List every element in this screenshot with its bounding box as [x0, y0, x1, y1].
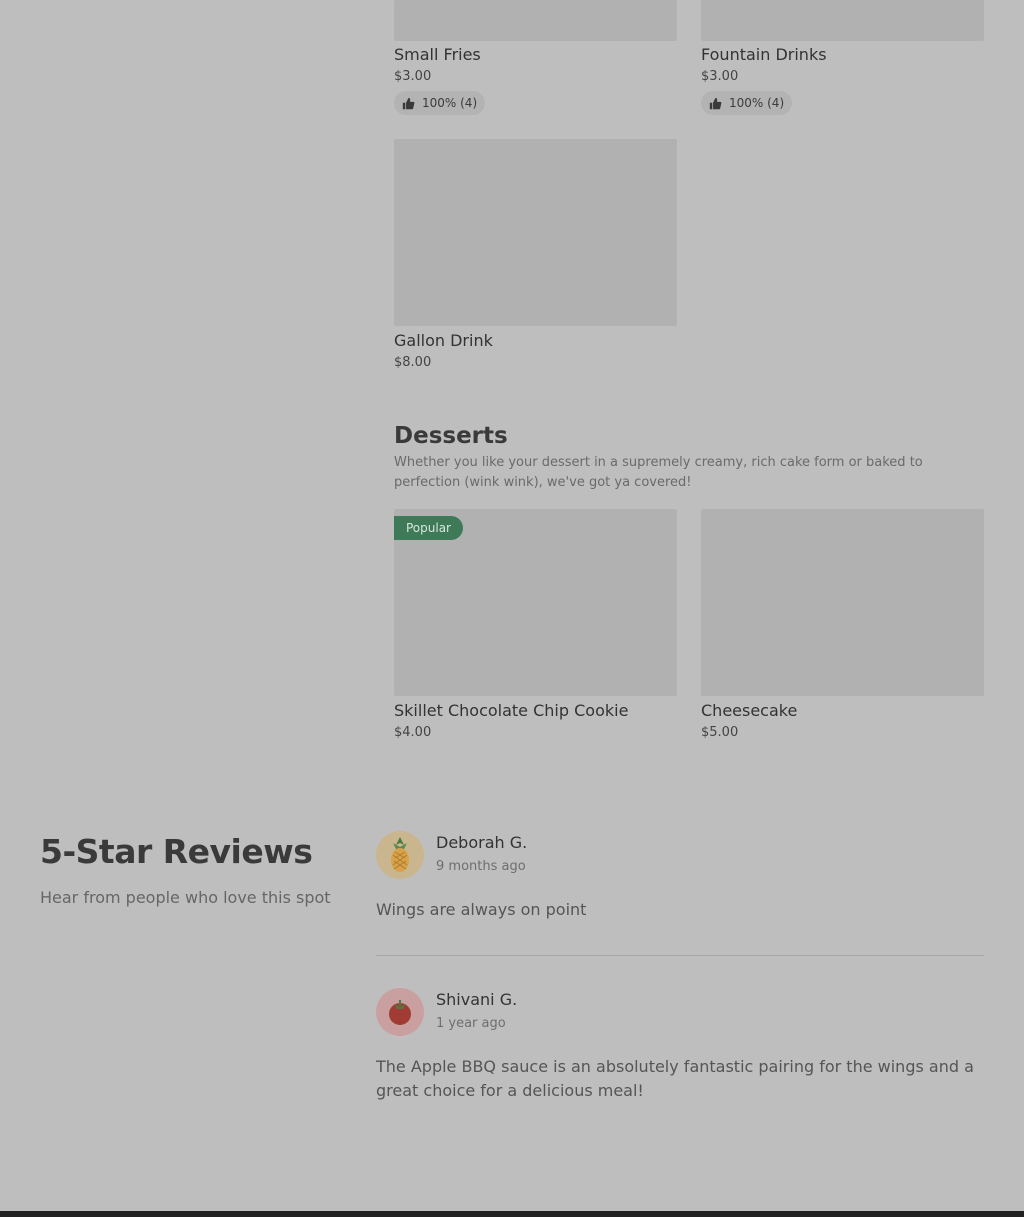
- review-time: 1 year ago: [436, 1016, 506, 1031]
- rating-text: 100% (4): [422, 96, 478, 110]
- thumbs-up-icon: [402, 97, 415, 109]
- reviewer-name: Deborah G.: [436, 833, 528, 852]
- item-name: Cheesecake: [701, 701, 798, 720]
- reviews-subtitle: Hear from people who love this spot: [40, 888, 331, 907]
- reviewer-name: Shivani G.: [436, 990, 518, 1009]
- pineapple-icon: [391, 837, 409, 872]
- item-price: $3.00: [701, 69, 739, 84]
- item-name: Small Fries: [394, 45, 481, 64]
- divider: [376, 955, 984, 956]
- item-image: [701, 509, 984, 696]
- avatar: [376, 831, 424, 879]
- item-name: Fountain Drinks: [701, 45, 827, 64]
- item-price: $5.00: [701, 725, 739, 740]
- item-image: [394, 0, 677, 41]
- footer-bar: [0, 1211, 1024, 1217]
- review-text: The Apple BBQ sauce is an absolutely fan…: [376, 1057, 974, 1100]
- avatar: [376, 988, 424, 1036]
- item-image: [701, 0, 984, 41]
- section-title: Desserts: [394, 423, 508, 449]
- item-image: [394, 139, 677, 326]
- item-price: $8.00: [394, 355, 432, 370]
- section-description: Whether you like your dessert in a supre…: [394, 455, 923, 490]
- thumbs-up-icon: [709, 97, 722, 109]
- item-name: Gallon Drink: [394, 331, 493, 350]
- item-name: Skillet Chocolate Chip Cookie: [394, 701, 629, 720]
- item-price: $4.00: [394, 725, 432, 740]
- rating-badge: 100% (4): [701, 91, 793, 115]
- rating-badge: 100% (4): [394, 91, 486, 115]
- reviews-title: 5-Star Reviews: [40, 832, 313, 871]
- popular-badge: Popular: [394, 516, 463, 540]
- item-price: $3.00: [394, 69, 432, 84]
- review-text: Wings are always on point: [376, 900, 587, 919]
- tomato-icon: [389, 1000, 411, 1025]
- review-time: 9 months ago: [436, 859, 526, 874]
- rating-text: 100% (4): [729, 96, 785, 110]
